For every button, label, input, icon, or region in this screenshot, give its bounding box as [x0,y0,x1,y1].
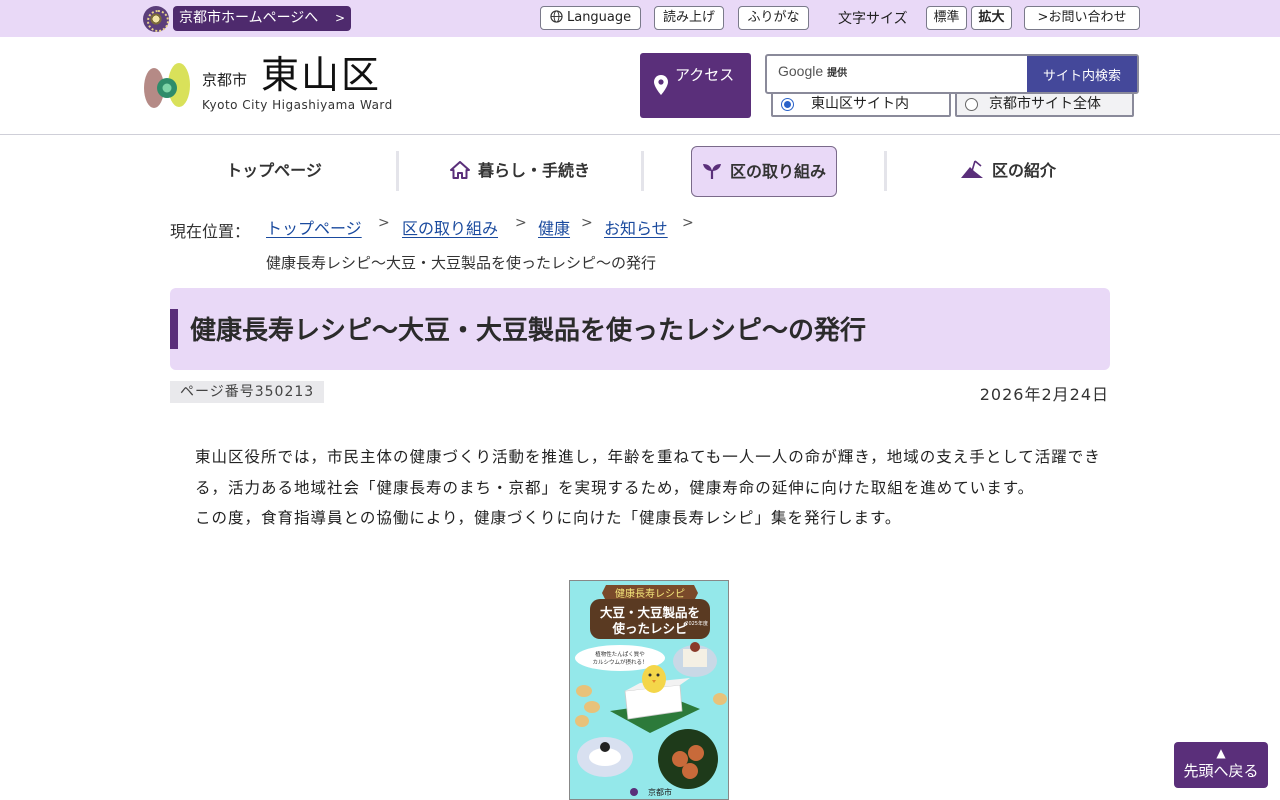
mountain-icon [960,160,983,178]
nav-ward-introduction[interactable]: 区の紹介 [888,146,1128,196]
recipe-leaflet-image[interactable]: 健康長寿レシピ 大豆・大豆製品を 使ったレシピ 2025年度 植物性たんぱく質や… [569,580,729,800]
radio-selected-icon [781,98,794,111]
logo-english-text: Kyoto City Higashiyama Ward [202,98,393,112]
article-paragraph: 東山区役所では，市民主体の健康づくり活動を推進し，年齢を重ねても一人一人の命が輝… [195,448,1101,497]
language-button[interactable]: Language [540,6,641,30]
chevron-right-icon: > [334,11,345,25]
font-large-button[interactable]: 拡大 [971,6,1012,30]
chevron-right-icon: > [581,215,593,231]
logo-ward-text[interactable]: 東山区 [261,53,381,97]
leaflet-title-line2: 使ったレシピ [611,621,687,636]
breadcrumb-link-news[interactable]: お知らせ [604,215,668,239]
search-scope-city-radio[interactable]: 京都市サイト全体 [955,92,1134,117]
breadcrumb-link-health[interactable]: 健康 [538,215,570,239]
site-search: Google 提供 サイト内検索 [765,54,1139,94]
ward-logo-icon[interactable] [142,61,192,111]
read-aloud-button[interactable]: 読み上げ [654,6,724,30]
leaflet-title-line1: 大豆・大豆製品を [600,605,700,620]
map-pin-icon [654,75,668,95]
nav-divider [884,151,887,191]
nav-top-page[interactable]: トップページ [152,146,396,196]
language-label: Language [566,10,632,25]
article-paragraph: この度，食育指導員との協働により，健康づくりに向けた「健康長寿レシピ」集を発行し… [195,509,902,527]
nav-introduction-label: 区の紹介 [991,161,1056,180]
chevron-right-icon: > [1037,10,1049,25]
leaflet-bubble-line1: 植物性たんぱく質や [595,650,645,658]
nav-ward-initiatives[interactable]: 区の取り組み [691,146,837,197]
leaflet-year: 2025年度 [685,620,708,627]
back-to-top-button[interactable]: ▲ 先頭へ戻る [1174,742,1268,788]
page-title: 健康長寿レシピ～大豆・大豆製品を使ったレシピ～の発行 [190,316,867,346]
search-scope-ward-radio[interactable]: 東山区サイト内 [771,92,951,117]
leaflet-artwork: 健康長寿レシピ 大豆・大豆製品を 使ったレシピ 2025年度 植物性たんぱく質や… [570,581,728,799]
chevron-right-icon: > [515,215,527,231]
site-search-button[interactable]: サイト内検索 [1027,56,1137,92]
breadcrumb-current: 健康長寿レシピ～大豆・大豆製品を使ったレシピ～の発行 [266,254,657,272]
city-homepage-link[interactable]: 京都市ホームページへ > [173,6,351,31]
contact-button[interactable]: >お問い合わせ [1024,6,1140,30]
search-scope-ward-label: 東山区サイト内 [811,96,909,112]
article-body: 東山区役所では，市民主体の健康づくり活動を推進し，年齢を重ねても一人一人の命が輝… [195,442,1105,534]
furigana-button[interactable]: ふりがな [738,6,809,30]
google-provided-label: Google 提供 [778,63,848,79]
breadcrumb-link-initiatives[interactable]: 区の取り組み [402,215,498,239]
back-to-top-label: 先頭へ戻る [1183,762,1259,780]
nav-divider [641,151,644,191]
utility-bar: 京都市ホームページへ > Language 読み上げ ふりがな 文字サイズ 標準… [0,0,1280,37]
page-title-box: 健康長寿レシピ～大豆・大豆製品を使ったレシピ～の発行 [170,288,1110,370]
access-label: アクセス [675,66,735,84]
city-homepage-link-label: 京都市ホームページへ [179,10,319,26]
site-header: 京都市 東山区 Kyoto City Higashiyama Ward アクセス… [0,37,1280,135]
global-nav: トップページ 暮らし・手続き 区の取り組み 区の紹介 [152,146,1128,198]
leaflet-bubble-line2: カルシウムが摂れる！ [592,658,647,666]
radio-unselected-icon [965,98,978,111]
contact-label: お問い合わせ [1048,10,1127,25]
chevron-right-icon: > [682,215,694,231]
chevron-up-icon: ▲ [1216,746,1226,760]
chevron-right-icon: > [378,215,390,231]
nav-living-label: 暮らし・手続き [477,161,590,180]
publish-date: 2026年2月24日 [979,385,1109,404]
font-size-label: 文字サイズ [838,11,908,27]
breadcrumb-label: 現在位置： [170,222,251,241]
leaflet-banner: 健康長寿レシピ [615,587,685,600]
sprout-icon [702,164,721,179]
font-standard-button[interactable]: 標準 [926,6,967,30]
nav-living-procedures[interactable]: 暮らし・手続き [399,146,641,196]
access-button[interactable]: アクセス [640,53,751,118]
logo-city-text: 京都市 [202,71,248,89]
globe-icon [550,10,563,23]
kyoto-emblem-icon [143,6,169,32]
nav-initiatives-label: 区の取り組み [729,162,826,181]
page-number: ページ番号350213 [170,381,325,403]
title-accent-bar [170,309,178,349]
breadcrumb-link-top[interactable]: トップページ [266,215,362,239]
house-icon [449,161,470,179]
search-scope-city-label: 京都市サイト全体 [989,96,1101,112]
leaflet-footer-city: 京都市 [648,787,672,797]
